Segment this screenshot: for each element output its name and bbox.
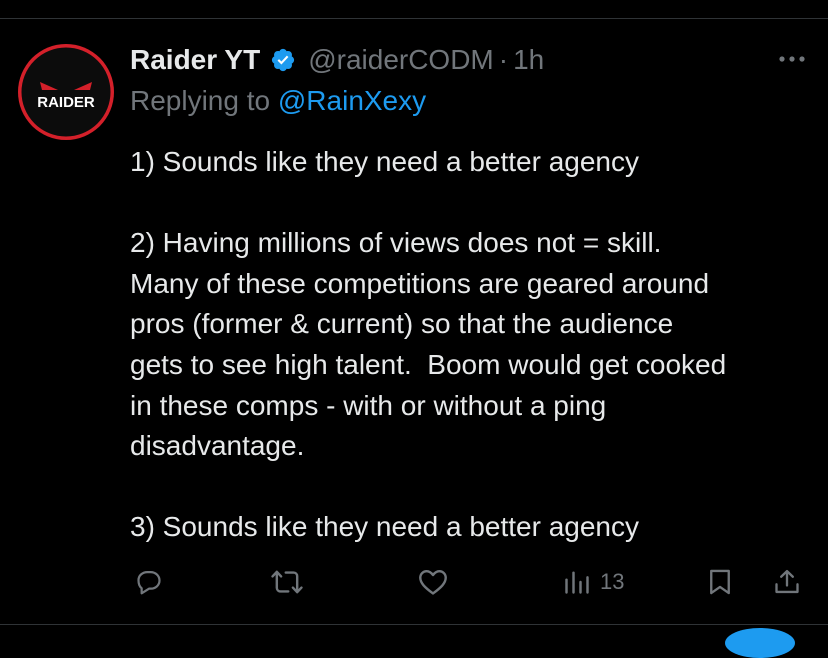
views-count: 13 <box>600 569 625 594</box>
replying-to-prefix: Replying to <box>130 85 271 116</box>
retweet-button[interactable] <box>270 568 304 596</box>
views-button[interactable]: 13 <box>562 568 624 596</box>
reply-button[interactable] <box>134 568 164 596</box>
avatar-logo-icon: RAIDER <box>18 44 114 140</box>
tweet-paragraph-3: 3) Sounds like they need a better agency <box>130 511 640 543</box>
avatar-text: RAIDER <box>37 94 95 111</box>
display-name[interactable]: Raider YT <box>130 44 260 76</box>
bookmark-button[interactable] <box>707 568 733 596</box>
like-icon <box>419 569 447 595</box>
bookmark-icon <box>710 569 730 595</box>
share-button[interactable] <box>772 568 802 596</box>
bottom-divider <box>0 624 828 625</box>
more-options-icon[interactable] <box>776 49 808 69</box>
handle[interactable]: @raiderCODM <box>308 44 494 76</box>
timestamp[interactable]: 1h <box>513 44 544 76</box>
retweet-icon <box>271 570 303 594</box>
compose-button[interactable] <box>725 628 795 658</box>
separator-dot: · <box>498 44 509 75</box>
top-divider <box>0 18 828 19</box>
share-icon <box>775 569 799 594</box>
views-icon <box>565 571 589 594</box>
action-bar: 13 <box>0 562 828 602</box>
tweet-paragraph-1: 1) Sounds like they need a better agency <box>130 146 640 177</box>
tweet-paragraph-2: 2) Having millions of views does not = s… <box>130 227 727 462</box>
like-button[interactable] <box>417 568 449 596</box>
avatar[interactable]: RAIDER <box>18 44 114 140</box>
reply-icon <box>137 570 161 595</box>
replying-to: Replying to @RainXexy <box>130 85 426 117</box>
replying-to-link[interactable]: @RainXexy <box>278 85 426 116</box>
tweet-text: 1) Sounds like they need a better agency… <box>130 142 820 548</box>
tweet-header: Raider YT @raiderCODM · 1h <box>130 40 544 80</box>
verified-badge-icon <box>270 47 296 73</box>
